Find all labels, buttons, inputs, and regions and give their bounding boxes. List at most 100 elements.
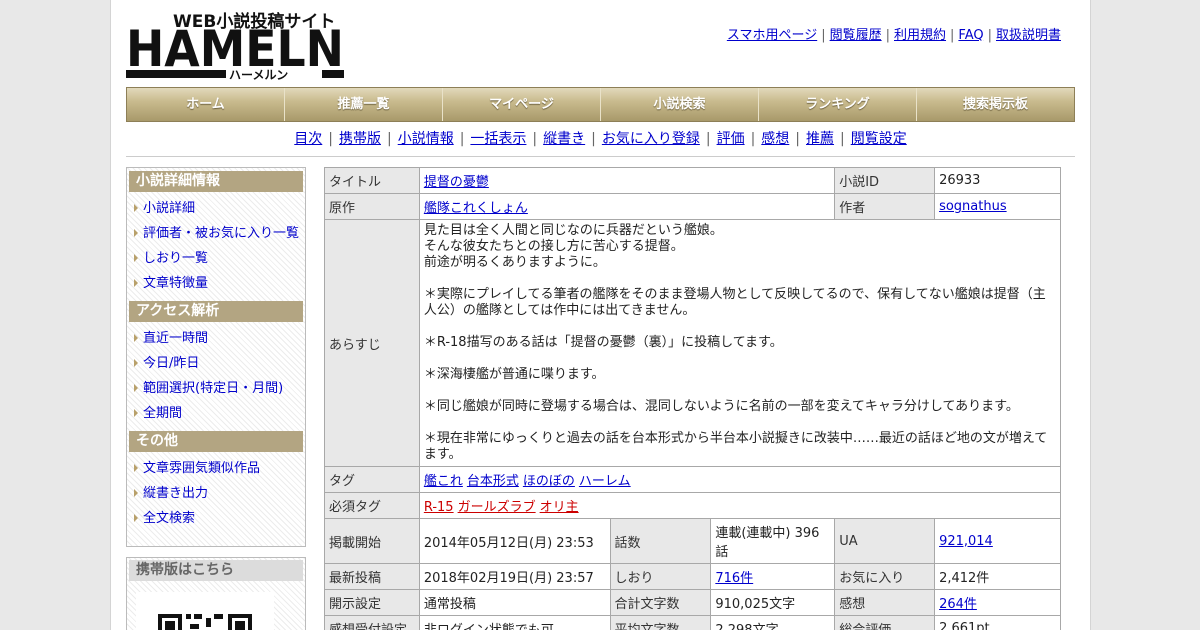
review-count-link[interactable]: 264件 bbox=[939, 597, 977, 612]
sidebar-item[interactable]: 全文検索 bbox=[129, 506, 303, 531]
stat-value: 2014年05月12日(月) 23:53 bbox=[418, 518, 611, 564]
tag-link[interactable]: ハーレム bbox=[579, 474, 631, 489]
required-tags-label: 必須タグ bbox=[324, 492, 420, 519]
nav-board[interactable]: 捜索掲示板 bbox=[917, 88, 1074, 121]
stat-value: 2,412件 bbox=[934, 563, 1061, 590]
hameln-logo[interactable]: WEB小説投稿サイト HAMELN ハーメルン bbox=[126, 10, 346, 82]
link-history[interactable]: 閲覧履歴 bbox=[830, 28, 882, 43]
sidebar-item[interactable]: 小説詳細 bbox=[129, 196, 303, 221]
bullet-icon bbox=[134, 359, 138, 367]
bullet-icon bbox=[134, 229, 138, 237]
sub-nav: 目次 | 携帯版 | 小説情報 | 一括表示 | 縦書き | お気に入り登録 | 評価 | 感想 | 推薦 | 閲覧… bbox=[126, 125, 1075, 157]
tag-link[interactable]: ほのぼの bbox=[523, 474, 575, 489]
author-cell: sognathus bbox=[934, 193, 1061, 220]
sidebar-item[interactable]: 縦書き出力 bbox=[129, 481, 303, 506]
stat-label: 感想受付設定 bbox=[324, 615, 420, 630]
subnav-settings[interactable]: 閲覧設定 bbox=[851, 131, 907, 147]
sidebar-link[interactable]: 評価者・被お気に入り一覧 bbox=[143, 226, 299, 241]
synopsis-cell: 見た目は全く人間と同じなのに兵器だという艦娘。 そんな彼女たちとの接し方に苦心する… bbox=[418, 219, 1062, 467]
page: WEB小説投稿サイト HAMELN ハーメルン スマホ用ページ | 閲覧履歴 | 利用規… bbox=[110, 0, 1091, 630]
nav-home[interactable]: ホーム bbox=[127, 88, 285, 121]
table-row: タグ 艦これ 台本形式 ほのぼの ハーレム bbox=[324, 466, 1062, 493]
link-terms[interactable]: 利用規約 bbox=[894, 28, 946, 43]
original-link[interactable]: 艦隊これくしょん bbox=[424, 201, 528, 216]
table-row: 開示設定 通常投稿 合計文字数 910,025文字 感想 264件 bbox=[324, 589, 1061, 616]
sidebar-item[interactable]: 範囲選択(特定日・月間) bbox=[129, 376, 303, 401]
title-link[interactable]: 提督の憂鬱 bbox=[424, 175, 489, 190]
subnav-toc[interactable]: 目次 bbox=[294, 131, 322, 147]
tag-link[interactable]: 艦これ bbox=[424, 474, 463, 489]
bullet-icon bbox=[134, 409, 138, 417]
table-row: 最新投稿 2018年02月19日(月) 23:57 しおり 716件 お気に入り… bbox=[324, 563, 1061, 590]
sidebar-link[interactable]: 縦書き出力 bbox=[143, 486, 208, 501]
sidebar-heading-details: 小説詳細情報 bbox=[129, 171, 303, 192]
link-faq[interactable]: FAQ bbox=[958, 28, 983, 43]
required-tag-link[interactable]: ガールズラブ bbox=[458, 500, 536, 515]
sidebar-item[interactable]: 文章雰囲気類似作品 bbox=[129, 456, 303, 481]
original-label: 原作 bbox=[324, 193, 420, 220]
sidebar-heading-other: その他 bbox=[129, 431, 303, 452]
stat-value: 通常投稿 bbox=[418, 589, 611, 616]
sidebar-item[interactable]: 今日/昨日 bbox=[129, 351, 303, 376]
subnav-mobile[interactable]: 携帯版 bbox=[339, 131, 381, 147]
stat-value: 連載(連載中) 396話 bbox=[710, 518, 836, 564]
sidebar-item[interactable]: 直近一時間 bbox=[129, 326, 303, 351]
subnav-recommend[interactable]: 推薦 bbox=[806, 131, 834, 147]
sidebar-link[interactable]: 今日/昨日 bbox=[143, 356, 199, 371]
sidebar-item[interactable]: しおり一覧 bbox=[129, 246, 303, 271]
required-tag-link[interactable]: オリ主 bbox=[540, 500, 579, 515]
nav-mypage[interactable]: マイページ bbox=[443, 88, 601, 121]
ua-link[interactable]: 921,014 bbox=[939, 534, 993, 549]
nav-ranking[interactable]: ランキング bbox=[759, 88, 917, 121]
nav-search[interactable]: 小説検索 bbox=[601, 88, 759, 121]
bullet-icon bbox=[134, 464, 138, 472]
author-link[interactable]: sognathus bbox=[939, 199, 1007, 214]
subnav-review[interactable]: 感想 bbox=[761, 131, 789, 147]
bullet-icon bbox=[134, 514, 138, 522]
bullet-icon bbox=[134, 384, 138, 392]
sidebar-link[interactable]: 小説詳細 bbox=[143, 201, 195, 216]
nav-recommend[interactable]: 推薦一覧 bbox=[285, 88, 443, 121]
logo-kana: ハーメルン bbox=[229, 68, 288, 82]
bullet-icon bbox=[134, 334, 138, 342]
original-cell: 艦隊これくしょん bbox=[418, 193, 836, 220]
sidebar: 小説詳細情報 小説詳細 評価者・被お気に入り一覧 しおり一覧 文章特徴量 アクセ… bbox=[126, 167, 306, 547]
synopsis-paragraph: ＊実際にプレイしてる筆者の艦隊をそのまま登場人物として反映してるので、保有してな… bbox=[423, 287, 1046, 318]
sidebar-link[interactable]: しおり一覧 bbox=[143, 251, 208, 266]
sidebar-link[interactable]: 全文検索 bbox=[143, 511, 195, 526]
stat-label: 最新投稿 bbox=[324, 563, 420, 590]
sidebar-item[interactable]: 全期間 bbox=[129, 401, 303, 426]
author-label: 作者 bbox=[834, 193, 936, 220]
sidebar-link[interactable]: 全期間 bbox=[143, 406, 182, 421]
global-nav: ホーム 推薦一覧 マイページ 小説検索 ランキング 捜索掲示板 bbox=[126, 87, 1075, 122]
sidebar-item[interactable]: 文章特徴量 bbox=[129, 271, 303, 296]
sidebar-link[interactable]: 文章特徴量 bbox=[143, 276, 208, 291]
table-row: 掲載開始 2014年05月12日(月) 23:53 話数 連載(連載中) 396… bbox=[324, 518, 1061, 564]
tag-link[interactable]: 台本形式 bbox=[467, 474, 519, 489]
bullet-icon bbox=[134, 279, 138, 287]
stat-label: 掲載開始 bbox=[324, 518, 420, 564]
link-manual[interactable]: 取扱説明書 bbox=[996, 28, 1061, 43]
stat-label: UA bbox=[834, 518, 936, 564]
stat-value: 非ログイン状態でも可 bbox=[418, 615, 611, 630]
bullet-icon bbox=[134, 204, 138, 212]
top-links: スマホ用ページ | 閲覧履歴 | 利用規約 | FAQ | 取扱説明書 bbox=[726, 28, 1061, 43]
subnav-all[interactable]: 一括表示 bbox=[470, 131, 526, 147]
subnav-vertical[interactable]: 縦書き bbox=[543, 131, 585, 147]
table-row: タイトル 提督の憂鬱 小説ID 26933 bbox=[324, 167, 1061, 194]
sidebar-link[interactable]: 直近一時間 bbox=[143, 331, 208, 346]
subnav-favorite[interactable]: お気に入り登録 bbox=[602, 131, 700, 147]
link-smartphone[interactable]: スマホ用ページ bbox=[727, 28, 817, 43]
subnav-info[interactable]: 小説情報 bbox=[398, 131, 454, 147]
sidebar-link[interactable]: 文章雰囲気類似作品 bbox=[143, 461, 260, 476]
bookmark-link[interactable]: 716件 bbox=[715, 571, 753, 586]
stat-value: 2,661pt bbox=[934, 615, 1061, 630]
required-tag-link[interactable]: R-15 bbox=[424, 500, 454, 515]
table-row: 感想受付設定 非ログイン状態でも可 平均文字数 2,298文字 総合評価 2,6… bbox=[324, 615, 1061, 630]
qr-code-icon bbox=[136, 592, 274, 630]
synopsis-paragraph: ＊同じ艦娘が同時に登場する場合は、混同しないように名前の一部を変えてキャラ分けし… bbox=[423, 399, 1019, 414]
subnav-rate[interactable]: 評価 bbox=[717, 131, 745, 147]
sidebar-item[interactable]: 評価者・被お気に入り一覧 bbox=[129, 221, 303, 246]
synopsis-paragraph: ＊R-18描写のある話は「提督の憂鬱（裏）」に投稿してます。 bbox=[423, 335, 783, 350]
sidebar-link[interactable]: 範囲選択(特定日・月間) bbox=[143, 381, 283, 396]
